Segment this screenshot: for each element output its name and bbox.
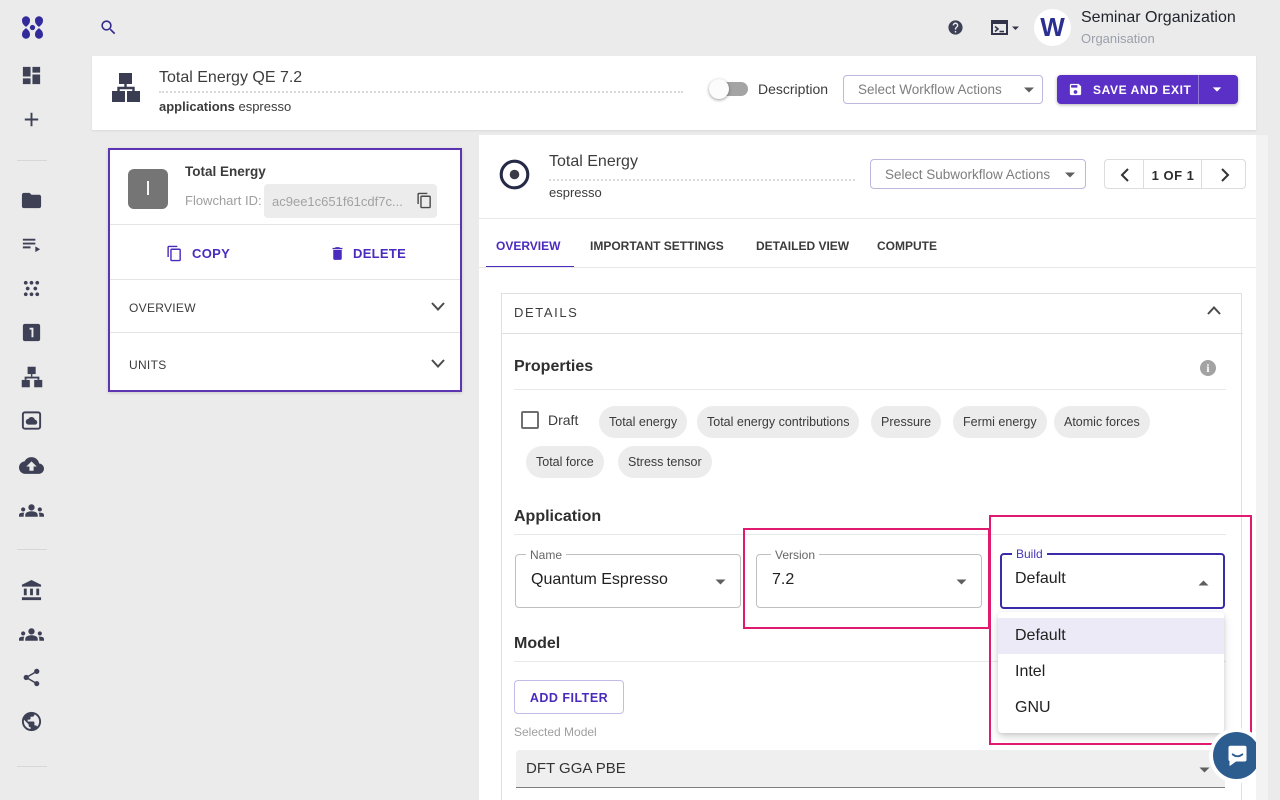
svg-text:i: i <box>1206 363 1209 375</box>
